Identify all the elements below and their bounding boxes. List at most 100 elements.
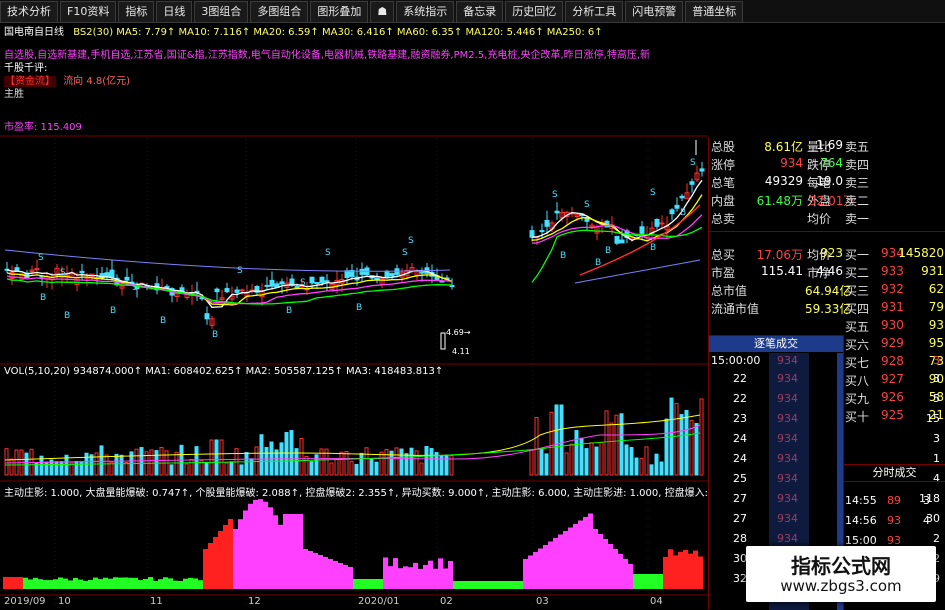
indicator-bar [508, 581, 513, 589]
buy-level-price: 929 [881, 336, 904, 350]
site-watermark: 指标公式网 www.zbgs3.com [746, 546, 936, 602]
tick-time: 22 [733, 372, 747, 385]
volume-bar [24, 452, 29, 476]
stat-value: 32.01万 [809, 194, 856, 208]
toolbar-button-0[interactable]: 技术分析 [0, 1, 58, 23]
indicator-bar [218, 531, 223, 589]
buy-level-price: 933 [881, 264, 904, 278]
indicator-bar [628, 564, 633, 589]
toolbar-button-4[interactable]: 3图组合 [194, 1, 249, 23]
toolbar-button-12[interactable]: 闪电预警 [625, 1, 684, 23]
volume-bar [609, 422, 614, 476]
indicator-bar [533, 552, 538, 589]
indicator-bar [453, 581, 458, 589]
indicator-bar [618, 554, 623, 589]
sell-marker: S [300, 278, 306, 288]
volume-bar [584, 448, 589, 476]
volume-bar [174, 451, 179, 476]
candle-body [34, 268, 40, 271]
tick-row: 24 934 3 [709, 431, 945, 448]
candle-body [124, 276, 130, 281]
volume-bar [99, 445, 104, 476]
buy-marker: B [212, 330, 218, 340]
volume-bar [399, 448, 404, 476]
indicator-bar [638, 574, 643, 589]
toolbar-button-6[interactable]: 图形叠加 [310, 1, 369, 23]
tick-time: 27 [733, 492, 747, 505]
toolbar-button-10[interactable]: 历史回忆 [505, 1, 564, 23]
indicator-bar [248, 503, 253, 589]
volume-bar [349, 460, 354, 476]
indicator-bar [8, 577, 13, 589]
indicator-bar [253, 499, 258, 589]
volume-bar [339, 451, 344, 476]
toolbar-button-11[interactable]: 分析工具 [565, 1, 624, 23]
sell-marker: S [38, 253, 44, 263]
volume-bar [539, 448, 544, 476]
buy-level-label: 买一 [845, 248, 870, 262]
indicator-bar [208, 543, 213, 589]
toolbar-button-13[interactable]: 普通坐标 [685, 1, 744, 23]
sell-level-label: 卖五 [845, 140, 870, 154]
buy-marker: B [40, 293, 46, 303]
candle-body [179, 287, 185, 292]
indicator-bar [318, 555, 323, 589]
toolbar-button-5[interactable]: 多图组合 [250, 1, 309, 23]
volume-header: VOL(5,10,20) 934874.000↑ MA1: 608402.625… [4, 366, 444, 377]
candle-body [344, 270, 350, 279]
buy-level-label: 买四 [845, 302, 870, 316]
stat-value: 1.69 [816, 138, 843, 152]
buy-marker: B [560, 251, 566, 261]
tick-row: 22 934 5 [709, 391, 945, 408]
date-tick: 2020/01 [358, 596, 400, 607]
volume-bar [559, 404, 564, 476]
toolbar-button-8[interactable]: 系统指示 [396, 1, 455, 23]
stat-row: 总卖 均价 卖一 [709, 209, 945, 227]
indicator-bar [583, 517, 588, 589]
volume-bar [334, 458, 339, 476]
toolbar-button-7[interactable]: ☗ [370, 1, 395, 23]
indicator-bar [423, 564, 428, 589]
volume-bar [329, 462, 334, 476]
sell-marker: S [325, 248, 331, 258]
volume-bar [354, 464, 359, 476]
indicator-bar [328, 559, 333, 589]
indicator-bar [88, 579, 93, 589]
indicator-bar [333, 561, 338, 589]
indicator-bar [393, 558, 398, 589]
candle-body [264, 284, 270, 287]
candle-body [669, 209, 675, 215]
volume-bar [554, 404, 559, 476]
pe-label: 市盈率: 115.409 [4, 122, 82, 133]
indicator-bar [538, 548, 543, 589]
buy-marker: B [160, 316, 166, 326]
indicator-bar [3, 577, 8, 589]
volume-bar [634, 457, 639, 476]
sell-marker: S [408, 236, 414, 246]
indicator-bar [118, 577, 123, 589]
volume-bar [229, 461, 234, 476]
volume-bar [309, 461, 314, 476]
toolbar-button-2[interactable]: 指标 [118, 1, 155, 23]
sell-level-label: 卖四 [845, 158, 870, 172]
date-tick: 12 [248, 596, 261, 607]
buy-marker: B [605, 246, 611, 256]
indicator-bar [588, 513, 593, 589]
volume-bar [314, 454, 319, 476]
indicator-bar [123, 577, 128, 589]
volume-bar [574, 430, 579, 476]
ma-legend: BS2(30) MA5: 7.79↑ MA10: 7.116↑ MA20: 6.… [73, 27, 603, 38]
indicator-bar [228, 519, 233, 589]
volume-bar [149, 449, 154, 476]
concept-tags: 自选股,自选新基建,手机自选,江苏省,国证&指,江苏指数,电气自动化设备,电器机… [4, 50, 651, 61]
buy-level-volume: 931 [921, 264, 944, 278]
volume-bar [364, 447, 369, 476]
volume-bar [604, 410, 609, 476]
indicator-bar [203, 549, 208, 589]
indicator-bar [413, 562, 418, 589]
indicator-bar [368, 579, 373, 589]
toolbar-button-1[interactable]: F10资料 [60, 1, 117, 23]
buy-level-volume: 62 [928, 282, 944, 296]
toolbar-button-3[interactable]: 日线 [156, 1, 193, 23]
toolbar-button-9[interactable]: 备忘录 [456, 1, 504, 23]
